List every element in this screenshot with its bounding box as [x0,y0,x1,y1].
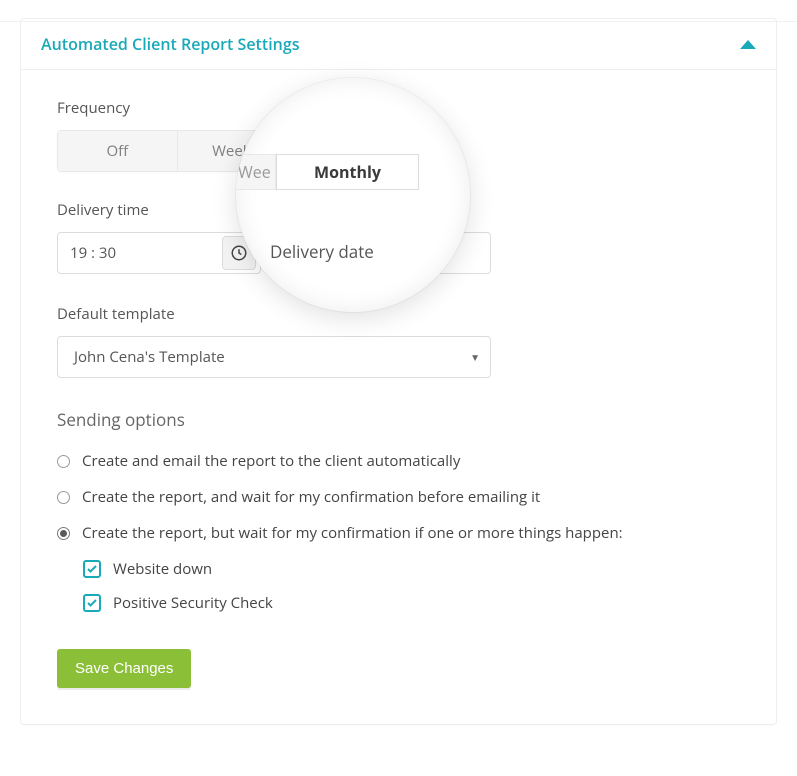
chevron-down-icon: ▼ [470,350,480,364]
frequency-label: Frequency [57,98,740,118]
sending-options-title: Sending options [57,408,740,431]
panel-body: Frequency Off Weekly Monthly Delivery ti… [21,70,776,724]
save-changes-button[interactable]: Save Changes [57,649,191,688]
panel-header[interactable]: Automated Client Report Settings [21,19,776,70]
clock-picker-button[interactable] [222,236,256,270]
check-positive-security[interactable]: Positive Security Check [83,593,740,613]
checkbox-checked-icon [83,594,101,612]
radio-selected-icon [57,527,70,540]
sending-option-confirm[interactable]: Create the report, and wait for my confi… [57,487,740,507]
frequency-segmented: Off Weekly Monthly [57,130,417,172]
delivery-date-input[interactable] [291,232,491,274]
sending-option-auto[interactable]: Create and email the report to the clien… [57,451,740,471]
check-website-down-label: Website down [113,559,212,579]
frequency-monthly-button[interactable]: Monthly [297,130,417,172]
frequency-off-button[interactable]: Off [57,130,178,172]
sending-option-auto-label: Create and email the report to the clien… [82,451,460,471]
top-rule [0,21,797,22]
delivery-time-input[interactable]: 19 : 30 [57,232,261,274]
checkbox-checked-icon [83,560,101,578]
frequency-weekly-button[interactable]: Weekly [178,130,298,172]
delivery-time-value: 19 : 30 [70,243,222,263]
delivery-time-label: Delivery time [57,200,261,220]
delivery-date-label: Delivery date [291,200,491,220]
default-template-select[interactable]: John Cena's Template ▼ [57,336,491,378]
collapse-caret-icon[interactable] [740,40,756,49]
sending-option-conditional-label: Create the report, but wait for my confi… [82,523,623,543]
default-template-label: Default template [57,304,740,324]
settings-panel: Automated Client Report Settings Frequen… [20,18,777,725]
conditional-checks: Website down Positive Security Check [83,559,740,613]
clock-icon [230,244,248,262]
panel-title: Automated Client Report Settings [41,33,299,55]
radio-icon [57,491,70,504]
check-positive-security-label: Positive Security Check [113,593,273,613]
sending-option-confirm-label: Create the report, and wait for my confi… [82,487,540,507]
default-template-value: John Cena's Template [74,347,225,367]
radio-icon [57,455,70,468]
check-website-down[interactable]: Website down [83,559,740,579]
sending-option-conditional[interactable]: Create the report, but wait for my confi… [57,523,740,543]
